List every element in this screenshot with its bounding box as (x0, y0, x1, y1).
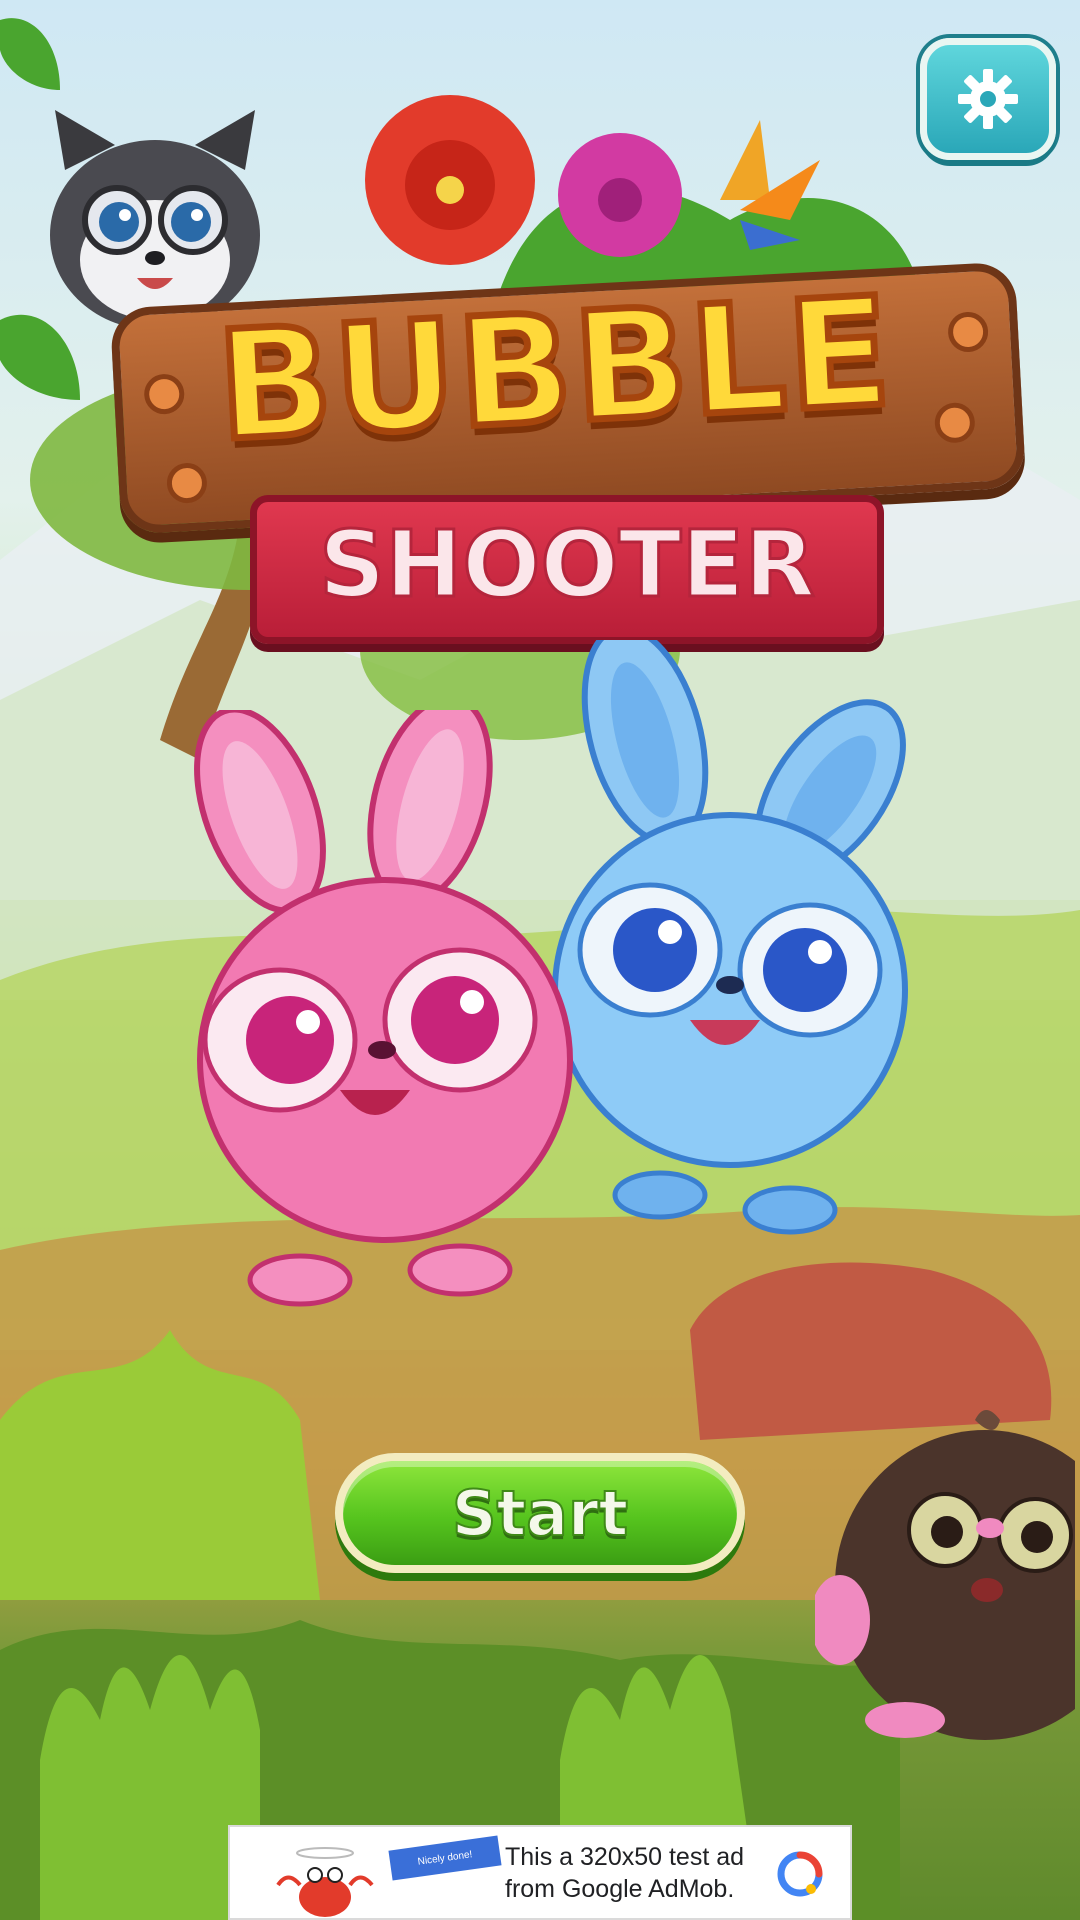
game-title-logo: BUBBLE SHOOTER (105, 255, 1027, 644)
ad-creature-icon (276, 1847, 374, 1917)
ad-line-2: from Google AdMob. (505, 1875, 735, 1903)
title-main-text: BUBBLE (210, 262, 900, 478)
board-bolt (165, 462, 208, 505)
ad-line-1: This a 320x50 test ad (505, 1843, 745, 1871)
settings-button[interactable] (920, 38, 1056, 160)
start-button[interactable]: Start (335, 1453, 745, 1573)
title-sub-sign: SHOOTER (250, 495, 884, 644)
gear-icon (958, 69, 1018, 129)
admob-logo-icon (777, 1851, 823, 1897)
ad-badge: Nicely done! (388, 1835, 502, 1881)
mole-character (815, 1410, 1075, 1740)
title-sub-text: SHOOTER (317, 511, 816, 618)
start-button-label: Start (451, 1476, 629, 1551)
game-background: BUBBLE SHOOTER Start Nicely done! This a… (0, 0, 1080, 1920)
pink-bunny-character (194, 710, 573, 1307)
ad-text: This a 320x50 test ad from Google AdMob. (505, 1841, 785, 1905)
ad-banner[interactable]: Nicely done! This a 320x50 test ad from … (228, 1825, 852, 1920)
